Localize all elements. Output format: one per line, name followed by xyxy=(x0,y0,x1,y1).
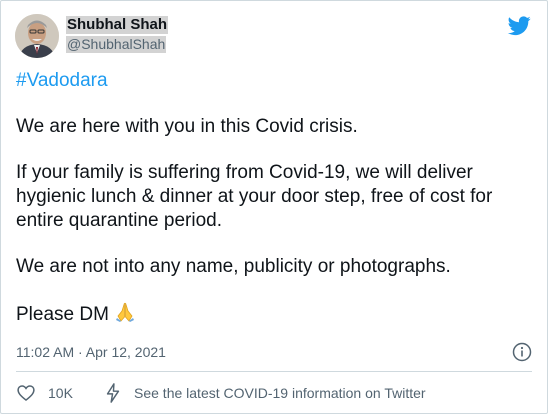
tweet-closing: Please DM xyxy=(16,304,109,325)
tweet-paragraph: We are here with you in this Covid crisi… xyxy=(16,116,358,137)
heart-icon xyxy=(17,385,35,402)
tweet-paragraph: We are not into any name, publicity or p… xyxy=(16,256,451,277)
lightning-icon xyxy=(106,383,120,403)
avatar[interactable] xyxy=(15,14,59,58)
covid-info-text: See the latest COVID-19 information on T… xyxy=(134,385,426,401)
author-handle[interactable]: @ShubhalShah xyxy=(66,36,167,53)
divider xyxy=(16,371,532,372)
info-icon[interactable] xyxy=(512,342,532,362)
like-count: 10K xyxy=(48,385,73,401)
tweet-closing-line: Please DM xyxy=(16,302,136,325)
avatar-image xyxy=(15,14,59,58)
author-name[interactable]: Shubhal Shah xyxy=(66,16,169,34)
tweet-timestamp[interactable]: 11:02 AM · Apr 12, 2021 xyxy=(16,344,166,360)
covid-info-link[interactable]: See the latest COVID-19 information on T… xyxy=(104,382,426,404)
author-block: Shubhal Shah @ShubhalShah xyxy=(66,16,169,54)
tweet-text: #Vadodara We are here with you in this C… xyxy=(16,69,536,327)
twitter-bird-icon[interactable] xyxy=(507,14,531,38)
tweet-header: Shubhal Shah @ShubhalShah xyxy=(15,14,533,60)
tweet-card: Shubhal Shah @ShubhalShah #Vadodara We a… xyxy=(0,0,548,414)
action-bar: 10K See the latest COVID-19 information … xyxy=(16,382,532,404)
timestamp-row: 11:02 AM · Apr 12, 2021 xyxy=(16,341,532,363)
tweet-paragraph: If your family is suffering from Covid-1… xyxy=(16,162,493,231)
hashtag-link[interactable]: #Vadodara xyxy=(16,69,536,93)
like-button[interactable]: 10K xyxy=(16,382,73,404)
folded-hands-emoji xyxy=(115,302,134,322)
